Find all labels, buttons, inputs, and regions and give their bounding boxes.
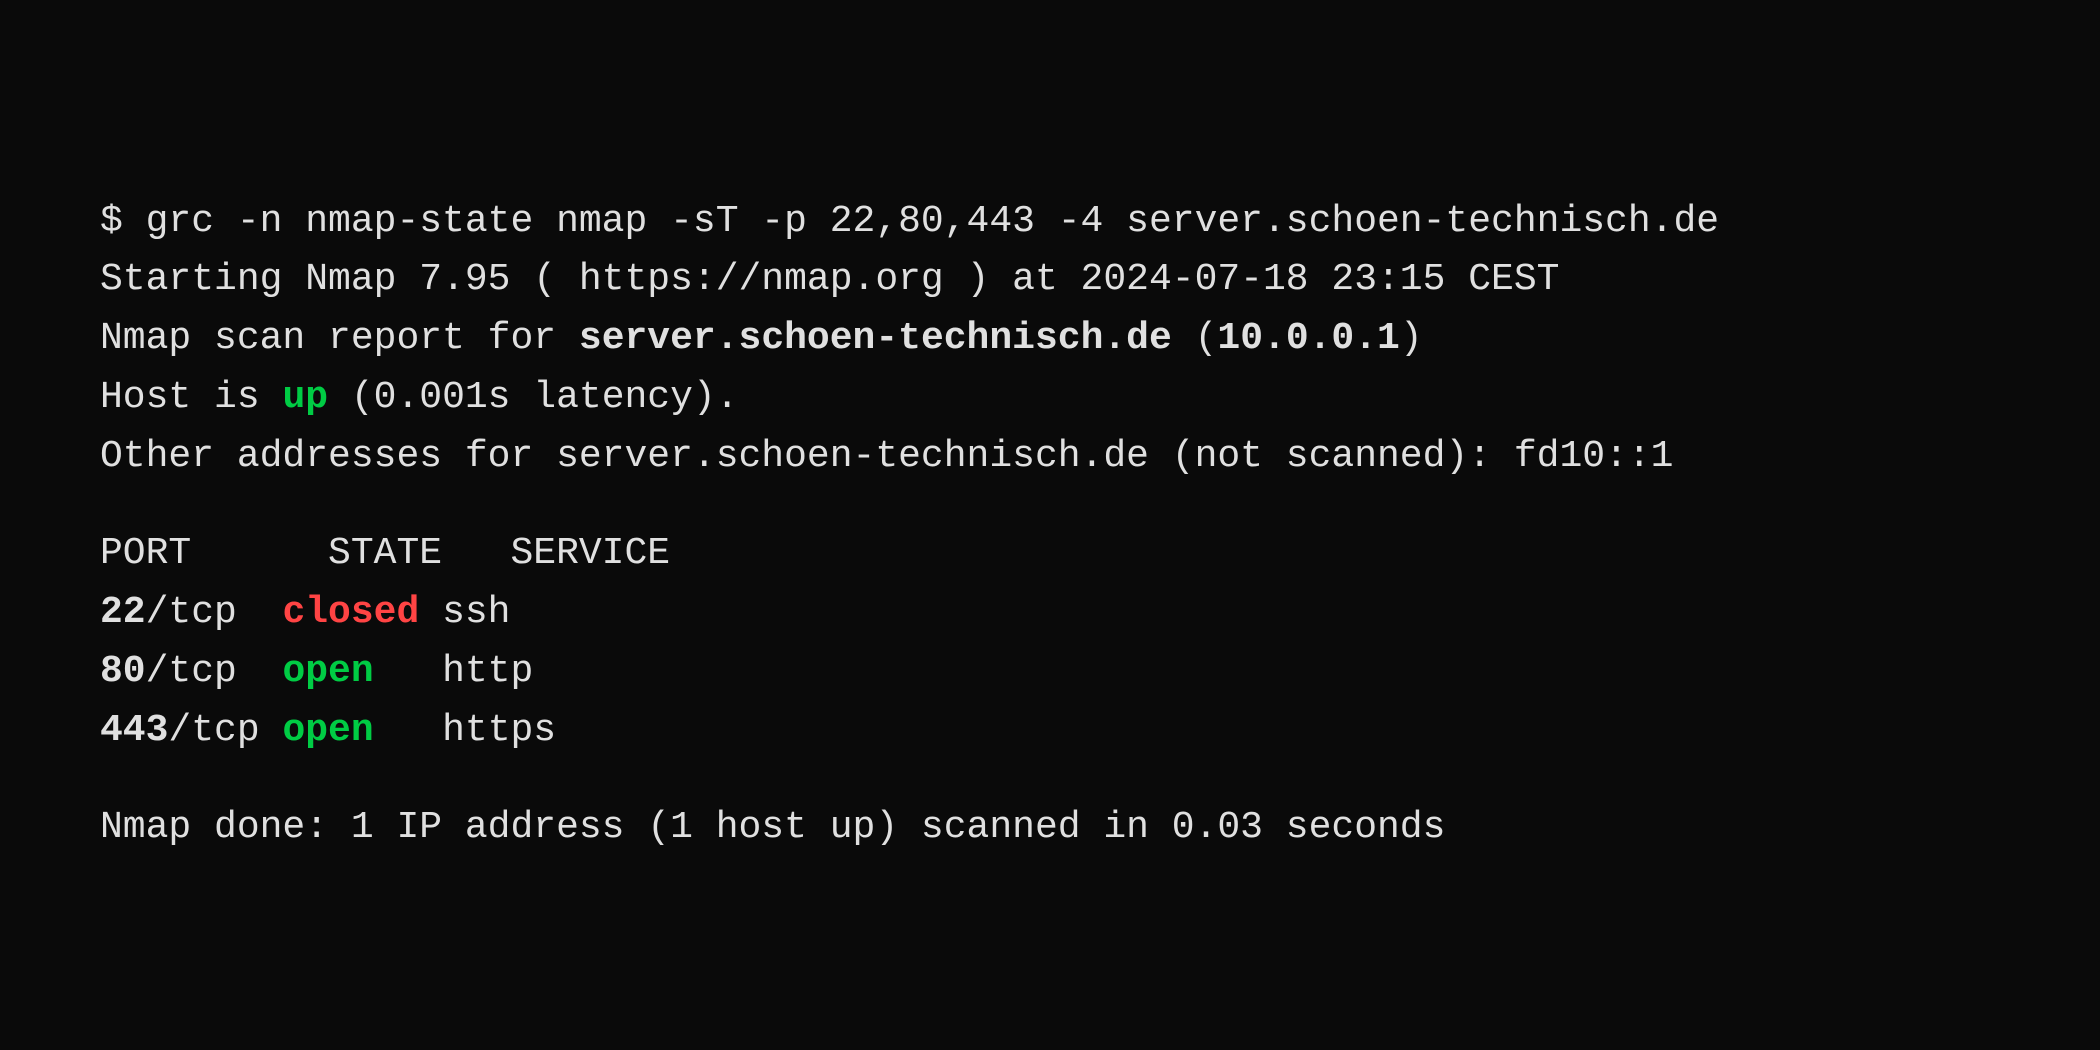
terminal-text-segment: 443 (100, 709, 168, 752)
terminal-text-segment: server.schoen-technisch.de (579, 317, 1172, 360)
terminal-line-done: Nmap done: 1 IP address (1 host up) scan… (100, 799, 2000, 858)
terminal-text-segment: $ grc -n nmap-state nmap -sT -p 22,80,44… (100, 200, 1719, 243)
terminal-text-segment: https (374, 709, 556, 752)
terminal-text-segment: ) (1400, 317, 1423, 360)
terminal-text-segment: 80 (100, 650, 146, 693)
terminal-text-segment: 10.0.0.1 (1217, 317, 1399, 360)
terminal-line-host-up: Host is up (0.001s latency). (100, 369, 2000, 428)
terminal-text-segment: ssh (419, 591, 510, 634)
terminal-line-port22: 22/tcp closed ssh (100, 584, 2000, 643)
terminal-text-segment: 22 (100, 591, 146, 634)
terminal-text-segment: /tcp (146, 591, 283, 634)
spacer (100, 487, 2000, 525)
terminal-text-segment: Nmap done: 1 IP address (1 host up) scan… (100, 806, 1445, 849)
terminal-line-scan-report: Nmap scan report for server.schoen-techn… (100, 310, 2000, 369)
terminal-text-segment: closed (282, 591, 419, 634)
terminal-text-segment: Other addresses for server.schoen-techni… (100, 435, 1673, 478)
terminal-text-segment: PORT STATE SERVICE (100, 532, 670, 575)
terminal-text-segment: open (282, 709, 373, 752)
terminal-text-segment: http (374, 650, 534, 693)
terminal-text-segment: Host is (100, 376, 282, 419)
terminal-line-other-addresses: Other addresses for server.schoen-techni… (100, 428, 2000, 487)
terminal-text-segment: /tcp (146, 650, 283, 693)
terminal-window: $ grc -n nmap-state nmap -sT -p 22,80,44… (0, 0, 2100, 1050)
terminal-text-segment: up (282, 376, 328, 419)
terminal-text-segment: /tcp (168, 709, 282, 752)
terminal-line-command: $ grc -n nmap-state nmap -sT -p 22,80,44… (100, 193, 2000, 252)
terminal-line-header: PORT STATE SERVICE (100, 525, 2000, 584)
spacer (100, 761, 2000, 799)
terminal-text-segment: (0.001s latency). (328, 376, 738, 419)
terminal-text-segment: Starting Nmap 7.95 ( https://nmap.org ) … (100, 258, 1559, 301)
terminal-text-segment: ( (1172, 317, 1218, 360)
terminal-line-starting: Starting Nmap 7.95 ( https://nmap.org ) … (100, 251, 2000, 310)
terminal-line-port443: 443/tcp open https (100, 702, 2000, 761)
terminal-line-port80: 80/tcp open http (100, 643, 2000, 702)
terminal-text-segment: Nmap scan report for (100, 317, 579, 360)
terminal-text-segment: open (282, 650, 373, 693)
